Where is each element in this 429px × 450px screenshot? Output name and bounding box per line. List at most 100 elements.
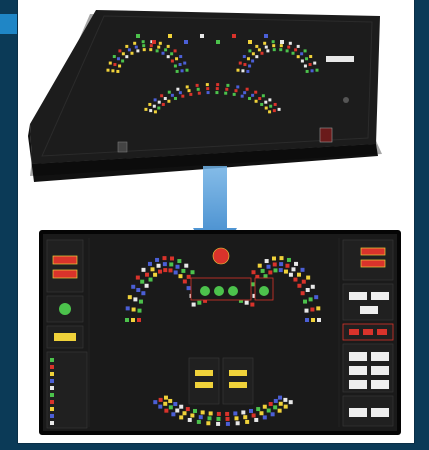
door-lamp — [225, 416, 230, 421]
door-lamp — [197, 300, 202, 305]
legend-swatch — [50, 421, 54, 425]
door-lamp — [311, 318, 315, 322]
door-lamp — [216, 416, 221, 421]
door-lamp — [305, 287, 310, 292]
door-lamp — [198, 415, 203, 420]
panel-lamp — [167, 99, 171, 103]
right-lights-on-button — [360, 247, 386, 256]
door-lamp — [173, 270, 178, 275]
panel-lamp — [261, 94, 265, 98]
panel-lamp — [308, 63, 312, 67]
legend-swatch — [50, 358, 54, 362]
door-lamp — [178, 274, 183, 279]
panel-lamp — [215, 91, 219, 95]
panel-lamp — [310, 69, 314, 73]
panel-lamp — [152, 40, 156, 44]
panel-lamp — [296, 55, 300, 59]
touchscreen-mimic-display — [43, 234, 397, 431]
door-lamp — [206, 421, 211, 426]
panel-lamp — [272, 109, 276, 113]
right-gate-button — [349, 380, 367, 389]
panel-lamp — [168, 34, 172, 38]
door-lamp — [138, 299, 143, 304]
right-gate-button — [371, 366, 389, 375]
right-gate-button — [349, 366, 367, 375]
panel-lamp — [206, 87, 210, 91]
panel-lamp — [255, 55, 259, 59]
panel-lamp — [272, 44, 276, 48]
panel-lamp — [251, 59, 255, 63]
panel-lamp — [180, 69, 184, 73]
door-lamp — [141, 267, 146, 272]
door-lamp — [131, 284, 136, 289]
right-gate-button — [371, 352, 389, 361]
door-lamp — [256, 407, 261, 412]
door-lamp — [288, 400, 293, 405]
door-lamp — [235, 421, 240, 426]
door-lamp — [158, 269, 163, 274]
panel-lamp — [127, 48, 131, 52]
panel-lamp — [251, 52, 255, 56]
panel-lamp — [279, 44, 283, 48]
panel-lamp — [216, 83, 220, 87]
panel-lamp — [280, 40, 284, 44]
panel-lamp — [264, 100, 268, 104]
legend-swatch — [50, 372, 54, 376]
legend-swatch — [50, 400, 54, 404]
door-lamp — [153, 400, 158, 405]
panel-lamp — [113, 63, 117, 67]
panel-lamp — [246, 57, 250, 61]
door-lamp — [300, 267, 305, 272]
panel-lamp — [241, 69, 245, 73]
door-lamp — [164, 408, 169, 413]
door-lamp — [155, 257, 160, 262]
panel-lamp — [260, 102, 264, 106]
door-lamp — [148, 277, 153, 282]
panel-lamp — [264, 34, 268, 38]
door-lamp — [262, 404, 267, 409]
door-lamp — [291, 267, 296, 272]
panel-lamp — [288, 41, 292, 45]
panel-switch — [319, 127, 333, 143]
door-lamp — [163, 395, 168, 400]
panel-lamp — [173, 64, 177, 68]
right-control-column — [342, 239, 394, 427]
door-lamp — [296, 272, 301, 277]
panel-lamp — [179, 55, 183, 59]
door-lamp — [264, 259, 269, 264]
door-lamp — [182, 279, 187, 284]
door-lamp — [293, 277, 298, 282]
right-lights-off-button — [360, 259, 386, 268]
door-lamp — [200, 410, 205, 415]
door-lamp — [243, 415, 248, 420]
door-lamp — [304, 308, 309, 313]
door-lamp — [283, 397, 288, 402]
panel-lamp — [173, 49, 177, 53]
panel-lamp — [240, 94, 244, 98]
door-lamp — [288, 272, 293, 277]
door-lamp — [187, 417, 192, 422]
legend-swatch — [50, 414, 54, 418]
door-lamp — [184, 263, 189, 268]
panel-lamp — [149, 48, 153, 52]
panel-lamp — [175, 57, 179, 61]
door-lamp — [179, 404, 184, 409]
door-lamp — [263, 274, 268, 279]
door-lamp — [273, 268, 278, 273]
door-lamp — [273, 398, 278, 403]
panel-lamp — [195, 83, 199, 87]
door-lamp — [144, 283, 149, 288]
door-lamp — [250, 282, 255, 287]
door-lamp — [216, 411, 221, 416]
door-lamp — [168, 405, 173, 410]
panel-lamp — [185, 68, 189, 72]
panel-lamp — [294, 48, 298, 52]
panel-lamp — [149, 109, 153, 113]
panel-lamp — [161, 102, 165, 106]
door-lamp — [268, 270, 273, 275]
door-lamp — [285, 263, 290, 268]
door-lamp — [251, 270, 256, 275]
legend-swatch — [50, 386, 54, 390]
panel-lamp — [226, 83, 230, 87]
door-lamp — [156, 263, 161, 268]
